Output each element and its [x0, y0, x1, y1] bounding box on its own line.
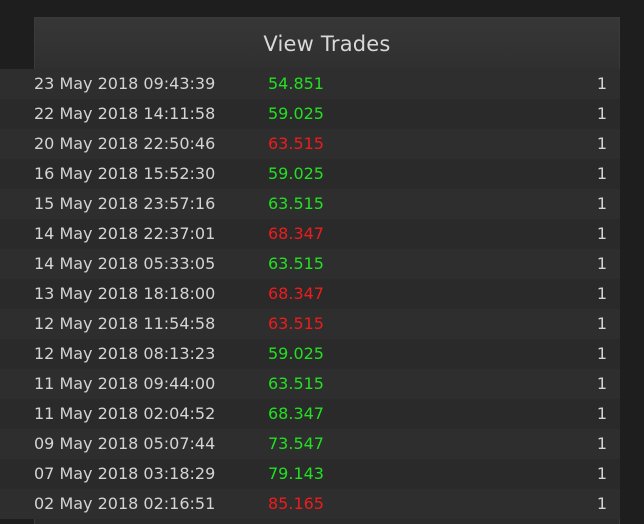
- trade-date: 14 May 2018 22:37:01: [34, 224, 216, 243]
- trade-row[interactable]: 16 May 2018 15:52:30 59.025 1: [0, 159, 620, 189]
- trade-date: 07 May 2018 03:18:29: [34, 464, 216, 483]
- trade-date: 20 May 2018 22:50:46: [34, 134, 216, 153]
- trade-row[interactable]: 14 May 2018 05:33:05 63.515 1: [0, 249, 620, 279]
- trade-row[interactable]: 20 May 2018 22:50:46 63.515 1: [0, 129, 620, 159]
- trade-row[interactable]: 14 May 2018 22:37:01 68.347 1: [0, 219, 620, 249]
- trade-row[interactable]: 15 May 2018 23:57:16 63.515 1: [0, 189, 620, 219]
- trade-price: 63.515: [268, 374, 324, 393]
- trade-date: 13 May 2018 18:18:00: [34, 284, 216, 303]
- trade-date: 12 May 2018 11:54:58: [34, 314, 216, 333]
- trade-price: 59.025: [268, 164, 324, 183]
- trade-row[interactable]: 22 May 2018 14:11:58 59.025 1: [0, 99, 620, 129]
- trade-quantity: 1: [596, 194, 607, 213]
- trade-quantity: 1: [596, 314, 607, 333]
- trade-date: 11 May 2018 09:44:00: [34, 374, 216, 393]
- trade-price: 68.347: [268, 404, 324, 423]
- trade-row[interactable]: 07 May 2018 03:18:29 79.143 1: [0, 459, 620, 489]
- trade-quantity: 1: [596, 374, 607, 393]
- trade-price: 63.515: [268, 134, 324, 153]
- trade-row[interactable]: 23 May 2018 09:43:39 54.851 1: [0, 69, 620, 99]
- trade-quantity: 1: [596, 284, 607, 303]
- trade-quantity: 1: [596, 254, 607, 273]
- trade-row[interactable]: 12 May 2018 08:13:23 59.025 1: [0, 339, 620, 369]
- trade-quantity: 1: [596, 404, 607, 423]
- trade-row[interactable]: 02 May 2018 02:16:51 85.165 1: [0, 489, 620, 519]
- trade-price: 59.025: [268, 344, 324, 363]
- trade-price: 85.165: [268, 494, 324, 513]
- trade-quantity: 1: [596, 164, 607, 183]
- trade-date: 12 May 2018 08:13:23: [34, 344, 216, 363]
- trade-quantity: 1: [596, 74, 607, 93]
- trade-date: 11 May 2018 02:04:52: [34, 404, 216, 423]
- trade-price: 79.143: [268, 464, 324, 483]
- trade-price: 63.515: [268, 314, 324, 333]
- trade-row[interactable]: 12 May 2018 11:54:58 63.515 1: [0, 309, 620, 339]
- trade-price: 73.547: [268, 434, 324, 453]
- trade-list[interactable]: 23 May 2018 09:43:39 54.851 1 22 May 201…: [0, 69, 620, 519]
- trade-row[interactable]: 11 May 2018 09:44:00 63.515 1: [0, 369, 620, 399]
- trade-price: 68.347: [268, 224, 324, 243]
- trade-quantity: 1: [596, 134, 607, 153]
- trade-row[interactable]: 11 May 2018 02:04:52 68.347 1: [0, 399, 620, 429]
- trade-row[interactable]: 09 May 2018 05:07:44 73.547 1: [0, 429, 620, 459]
- trade-date: 23 May 2018 09:43:39: [34, 74, 216, 93]
- panel-title: View Trades: [263, 32, 391, 56]
- trade-date: 09 May 2018 05:07:44: [34, 434, 216, 453]
- trade-price: 54.851: [268, 74, 324, 93]
- trade-quantity: 1: [596, 494, 607, 513]
- trade-quantity: 1: [596, 434, 607, 453]
- trade-price: 63.515: [268, 254, 324, 273]
- trade-row[interactable]: 13 May 2018 18:18:00 68.347 1: [0, 279, 620, 309]
- panel-header: View Trades: [35, 18, 619, 71]
- trade-date: 16 May 2018 15:52:30: [34, 164, 216, 183]
- trade-date: 14 May 2018 05:33:05: [34, 254, 216, 273]
- trade-quantity: 1: [596, 104, 607, 123]
- trade-date: 02 May 2018 02:16:51: [34, 494, 216, 513]
- trade-date: 15 May 2018 23:57:16: [34, 194, 216, 213]
- trade-price: 63.515: [268, 194, 324, 213]
- trade-quantity: 1: [596, 224, 607, 243]
- trade-quantity: 1: [596, 464, 607, 483]
- trade-quantity: 1: [596, 344, 607, 363]
- trade-price: 68.347: [268, 284, 324, 303]
- trade-date: 22 May 2018 14:11:58: [34, 104, 216, 123]
- trade-price: 59.025: [268, 104, 324, 123]
